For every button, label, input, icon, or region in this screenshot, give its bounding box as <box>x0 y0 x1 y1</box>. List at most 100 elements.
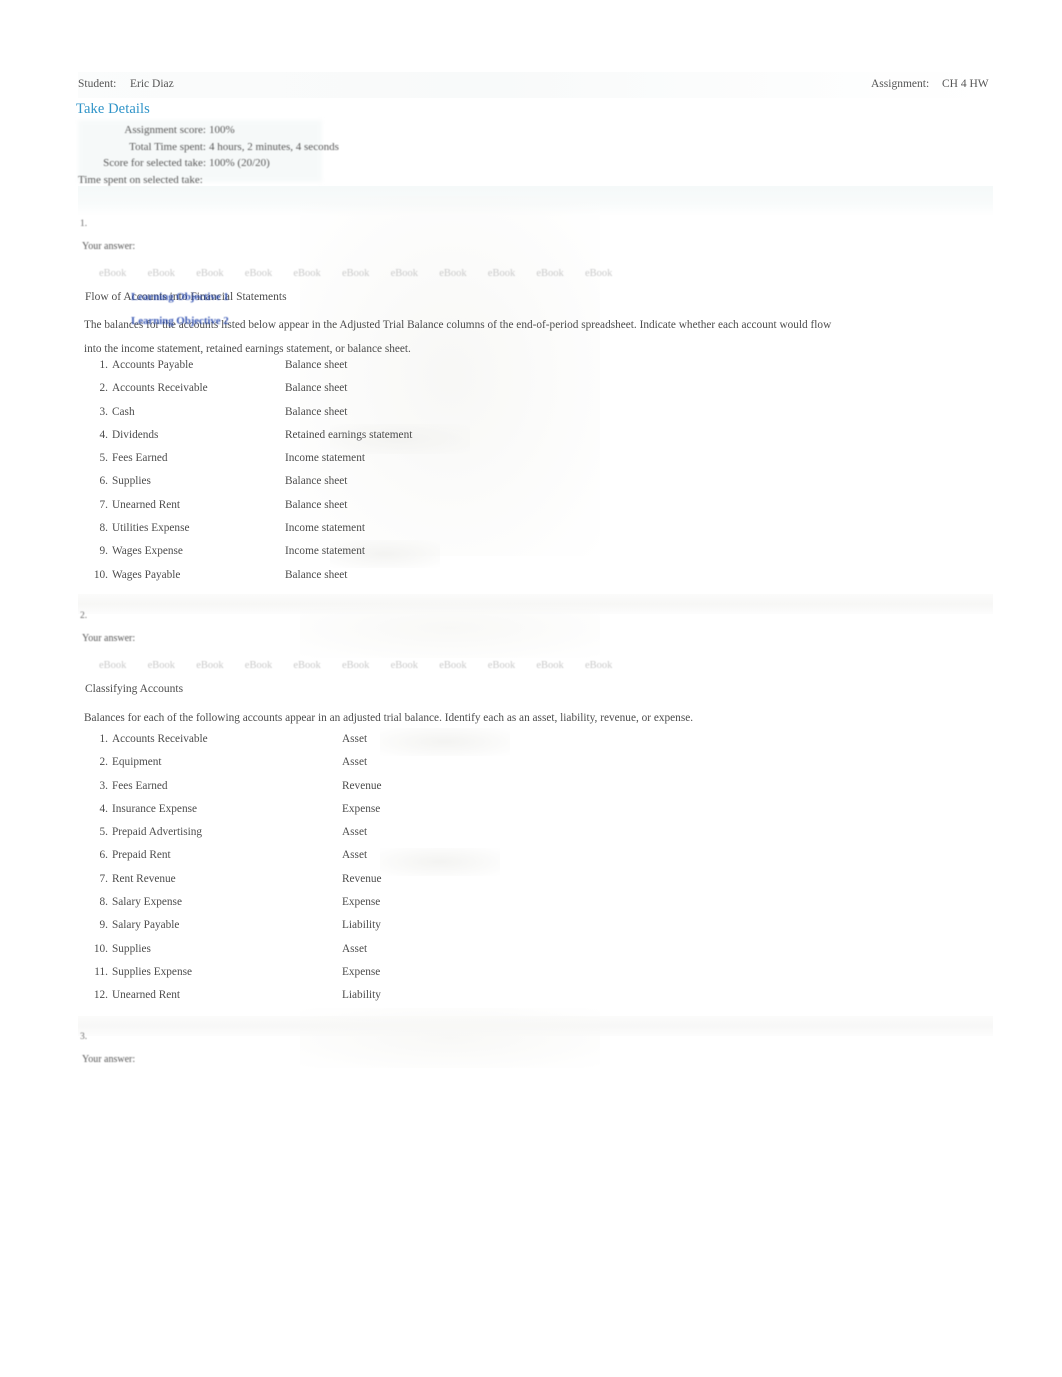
answer-row-value: Income statement <box>285 522 365 535</box>
answer-row-value: Income statement <box>285 452 365 465</box>
ebook-link[interactable]: eBook <box>148 268 175 279</box>
answer-row-account: Accounts Receivable <box>112 733 208 745</box>
ebook-link[interactable]: eBook <box>536 268 563 279</box>
answer-row-number: 7. <box>99 872 108 885</box>
answer-row-value: Balance sheet <box>285 382 348 395</box>
answer-row-number: 8. <box>99 522 108 535</box>
answer-row-value: Retained earnings statement <box>285 428 413 441</box>
answer-row-value: Liability <box>342 989 381 1002</box>
assignment-label: Assignment: <box>871 78 930 90</box>
ebook-link[interactable]: eBook <box>585 268 612 279</box>
answer-row-account: Unearned Rent <box>112 498 181 511</box>
ebook-link[interactable]: eBook <box>391 268 418 279</box>
answer-row-account: Wages Expense <box>112 545 183 558</box>
answer-row-value: Expense <box>342 965 381 978</box>
answer-row-value: Balance sheet <box>285 568 348 581</box>
answer-row-number: 12. <box>93 989 108 1002</box>
ebook-link-row: eBook eBook eBook eBook eBook eBook eBook eBook… <box>99 268 629 282</box>
detail-row: Assignment score: 100% <box>78 124 408 141</box>
answer-row-account: Utilities Expense <box>112 522 190 535</box>
answer-row-account: Prepaid Advertising <box>112 826 203 839</box>
your-answer-label: Your answer: <box>82 1054 136 1065</box>
detail-value: 100% <box>209 124 235 136</box>
take-details-table: Assignment score: 100% Total Time spent:… <box>78 124 408 190</box>
ebook-link[interactable]: eBook <box>196 268 223 279</box>
ebook-link[interactable]: eBook <box>245 660 272 671</box>
answer-row-account: Rent Revenue <box>112 872 176 885</box>
ebook-link[interactable]: eBook <box>488 268 515 279</box>
answer-row-account: Salary Payable <box>112 919 180 932</box>
answer-row-number: 10. <box>93 568 108 581</box>
ebook-link[interactable]: eBook <box>439 660 466 671</box>
question-number: 1. <box>80 219 88 229</box>
answer-row-value: Balance sheet <box>285 359 348 371</box>
detail-label: Score for selected take: <box>103 157 206 170</box>
answer-row-account: Fees Earned <box>112 779 168 792</box>
scan-smudge-f <box>380 728 510 756</box>
ebook-link[interactable]: eBook <box>148 660 175 671</box>
answer-row-account: Insurance Expense <box>112 802 198 815</box>
answer-row-number: 8. <box>99 896 108 909</box>
answer-row-account: Supplies Expense <box>112 965 193 978</box>
learning-objective-overlay-2[interactable]: Learning Objective 2 <box>131 315 229 327</box>
answer-row-number: 6. <box>99 475 108 488</box>
ebook-link-row: eBook eBook eBook eBook eBook eBook eBook eBook… <box>99 660 629 674</box>
answer-row-account: Supplies <box>112 475 151 488</box>
answer-row-value: Income statement <box>285 545 365 558</box>
answer-row-number: 3. <box>99 779 108 792</box>
ebook-link[interactable]: eBook <box>245 268 272 279</box>
learning-objective-overlay-1[interactable]: Learning Objective 1 <box>131 291 229 303</box>
answer-row-number: 4. <box>99 802 108 815</box>
answer-row-number: 1. <box>99 359 108 371</box>
answer-row-number: 4. <box>99 428 108 441</box>
answer-row-value: Expense <box>342 802 381 815</box>
question-description: Balances for each of the following accou… <box>84 712 694 724</box>
answer-row-value: Balance sheet <box>285 405 348 418</box>
detail-row: Score for selected take: 100% (20/20) <box>78 157 408 174</box>
scan-smudge-b <box>300 598 600 658</box>
answer-row-value: Revenue <box>342 872 382 885</box>
ebook-link[interactable]: eBook <box>342 268 369 279</box>
answer-row-number: 1. <box>99 733 108 745</box>
ebook-link[interactable]: eBook <box>99 268 126 279</box>
answer-row-value: Balance sheet <box>285 475 348 488</box>
detail-row: Time spent on selected take: <box>78 174 408 191</box>
ebook-link[interactable]: eBook <box>99 660 126 671</box>
answer-row-value: Asset <box>342 733 368 745</box>
document-header: Student: Eric Diaz Assignment: CH 4 HW <box>78 78 993 94</box>
answer-row-value: Revenue <box>342 779 382 792</box>
scan-smudge-c <box>300 1008 600 1068</box>
ebook-link[interactable]: eBook <box>585 660 612 671</box>
answer-row-number: 5. <box>99 452 108 465</box>
ebook-link[interactable]: eBook <box>536 660 563 671</box>
ebook-link[interactable]: eBook <box>293 268 320 279</box>
answer-row-value: Expense <box>342 896 381 909</box>
answer-row-number: 9. <box>99 919 108 932</box>
ebook-link[interactable]: eBook <box>342 660 369 671</box>
your-answer-label: Your answer: <box>82 241 136 252</box>
answer-row-number: 10. <box>93 942 108 955</box>
scan-smudge-g <box>380 848 500 876</box>
ebook-link[interactable]: eBook <box>293 660 320 671</box>
answer-row-value: Asset <box>342 942 368 955</box>
section-divider-band-2 <box>78 594 993 614</box>
answer-row-number: 11. <box>94 965 108 978</box>
section-divider-band-1 <box>78 186 993 216</box>
answer-row-number: 2. <box>99 382 108 395</box>
ebook-link[interactable]: eBook <box>439 268 466 279</box>
section-divider-band-3 <box>78 1016 993 1036</box>
detail-label: Time spent on selected take: <box>78 173 203 186</box>
question-title: Classifying Accounts <box>85 683 184 695</box>
ebook-link[interactable]: eBook <box>196 660 223 671</box>
assignment-name: CH 4 HW <box>942 78 989 90</box>
answer-row-value: Asset <box>342 826 368 839</box>
student-label: Student: <box>78 78 117 90</box>
answer-row-account: Unearned Rent <box>112 989 181 1002</box>
answer-row-account: Prepaid Rent <box>112 849 171 862</box>
answer-row-account: Fees Earned <box>112 452 168 465</box>
ebook-link[interactable]: eBook <box>391 660 418 671</box>
ebook-link[interactable]: eBook <box>488 660 515 671</box>
answer-row-value: Asset <box>342 849 368 862</box>
answer-row-number: 2. <box>99 756 108 769</box>
question-number: 3. <box>80 1032 88 1042</box>
